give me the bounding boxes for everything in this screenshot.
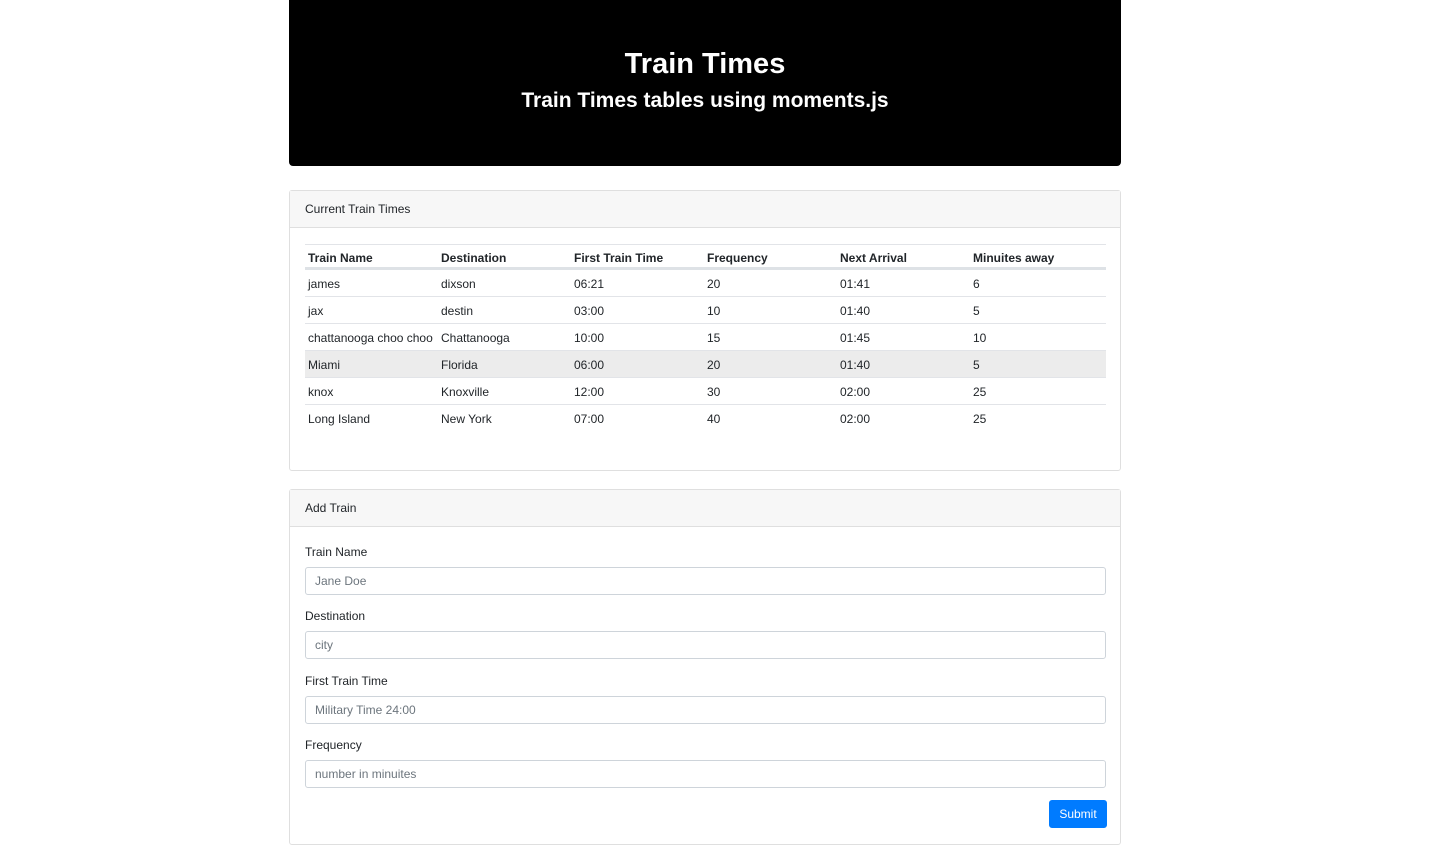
table-header-row: Train Name Destination First Train Time …	[305, 244, 1106, 270]
cell-frequency: 40	[704, 404, 837, 431]
cell-destination: dixson	[438, 268, 571, 297]
cell-frequency: 10	[704, 296, 837, 324]
cell-next-arrival: 02:00	[837, 404, 970, 431]
cell-next-arrival: 01:41	[837, 268, 970, 297]
submit-button[interactable]: Submit	[1049, 800, 1107, 828]
current-train-times-header: Current Train Times	[290, 191, 1120, 228]
page-subtitle: Train Times tables using moments.js	[521, 89, 889, 112]
cell-minutes-away: 5	[970, 350, 1106, 378]
cell-first-train-time: 12:00	[571, 377, 704, 405]
cell-train-name: knox	[305, 377, 438, 405]
cell-train-name: jax	[305, 296, 438, 324]
cell-frequency: 20	[704, 268, 837, 297]
cell-first-train-time: 07:00	[571, 404, 704, 431]
cell-frequency: 30	[704, 377, 837, 405]
cell-train-name: Miami	[305, 350, 438, 378]
cell-destination: destin	[438, 296, 571, 324]
train-times-table: Train Name Destination First Train Time …	[305, 244, 1106, 431]
column-header-minutes-away: Minuites away	[970, 244, 1106, 270]
cell-minutes-away: 5	[970, 296, 1106, 324]
cell-train-name: Long Island	[305, 404, 438, 431]
add-train-panel: Add Train Train Name Destination First T…	[289, 489, 1121, 845]
cell-first-train-time: 06:00	[571, 350, 704, 378]
destination-input[interactable]	[305, 631, 1106, 659]
train-name-input[interactable]	[305, 567, 1106, 595]
cell-first-train-time: 10:00	[571, 323, 704, 351]
column-header-frequency: Frequency	[704, 244, 837, 270]
cell-next-arrival: 01:40	[837, 296, 970, 324]
cell-first-train-time: 03:00	[571, 296, 704, 324]
cell-minutes-away: 25	[970, 404, 1106, 431]
cell-destination: Florida	[438, 350, 571, 378]
frequency-label: Frequency	[305, 738, 362, 752]
page-title: Train Times	[624, 48, 786, 80]
cell-minutes-away: 25	[970, 377, 1106, 405]
current-train-times-panel: Current Train Times Train Name Destinati…	[289, 190, 1121, 471]
cell-frequency: 15	[704, 323, 837, 351]
cell-destination: Chattanooga	[438, 323, 571, 351]
column-header-destination: Destination	[438, 244, 571, 270]
cell-minutes-away: 10	[970, 323, 1106, 351]
cell-destination: Knoxville	[438, 377, 571, 405]
table-row: chattanooga choo choo Chattanooga 10:00 …	[305, 323, 1106, 351]
header-jumbotron: Train Times Train Times tables using mom…	[289, 0, 1121, 166]
first-train-time-label: First Train Time	[305, 674, 388, 688]
cell-next-arrival: 01:40	[837, 350, 970, 378]
cell-train-name: chattanooga choo choo	[305, 323, 438, 351]
cell-first-train-time: 06:21	[571, 268, 704, 297]
cell-frequency: 20	[704, 350, 837, 378]
table-row: knox Knoxville 12:00 30 02:00 25	[305, 377, 1106, 405]
table-row: jax destin 03:00 10 01:40 5	[305, 296, 1106, 324]
column-header-train-name: Train Name	[305, 244, 438, 270]
cell-train-name: james	[305, 268, 438, 297]
add-train-header: Add Train	[290, 490, 1120, 527]
destination-label: Destination	[305, 609, 366, 623]
column-header-first-train-time: First Train Time	[571, 244, 704, 270]
first-train-time-input[interactable]	[305, 696, 1106, 724]
table-row: Miami Florida 06:00 20 01:40 5	[305, 350, 1106, 378]
cell-next-arrival: 01:45	[837, 323, 970, 351]
cell-minutes-away: 6	[970, 268, 1106, 297]
column-header-next-arrival: Next Arrival	[837, 244, 970, 270]
table-row: Long Island New York 07:00 40 02:00 25	[305, 404, 1106, 431]
cell-next-arrival: 02:00	[837, 377, 970, 405]
cell-destination: New York	[438, 404, 571, 431]
table-row: james dixson 06:21 20 01:41 6	[305, 268, 1106, 297]
frequency-input[interactable]	[305, 760, 1106, 788]
train-name-label: Train Name	[305, 545, 368, 559]
